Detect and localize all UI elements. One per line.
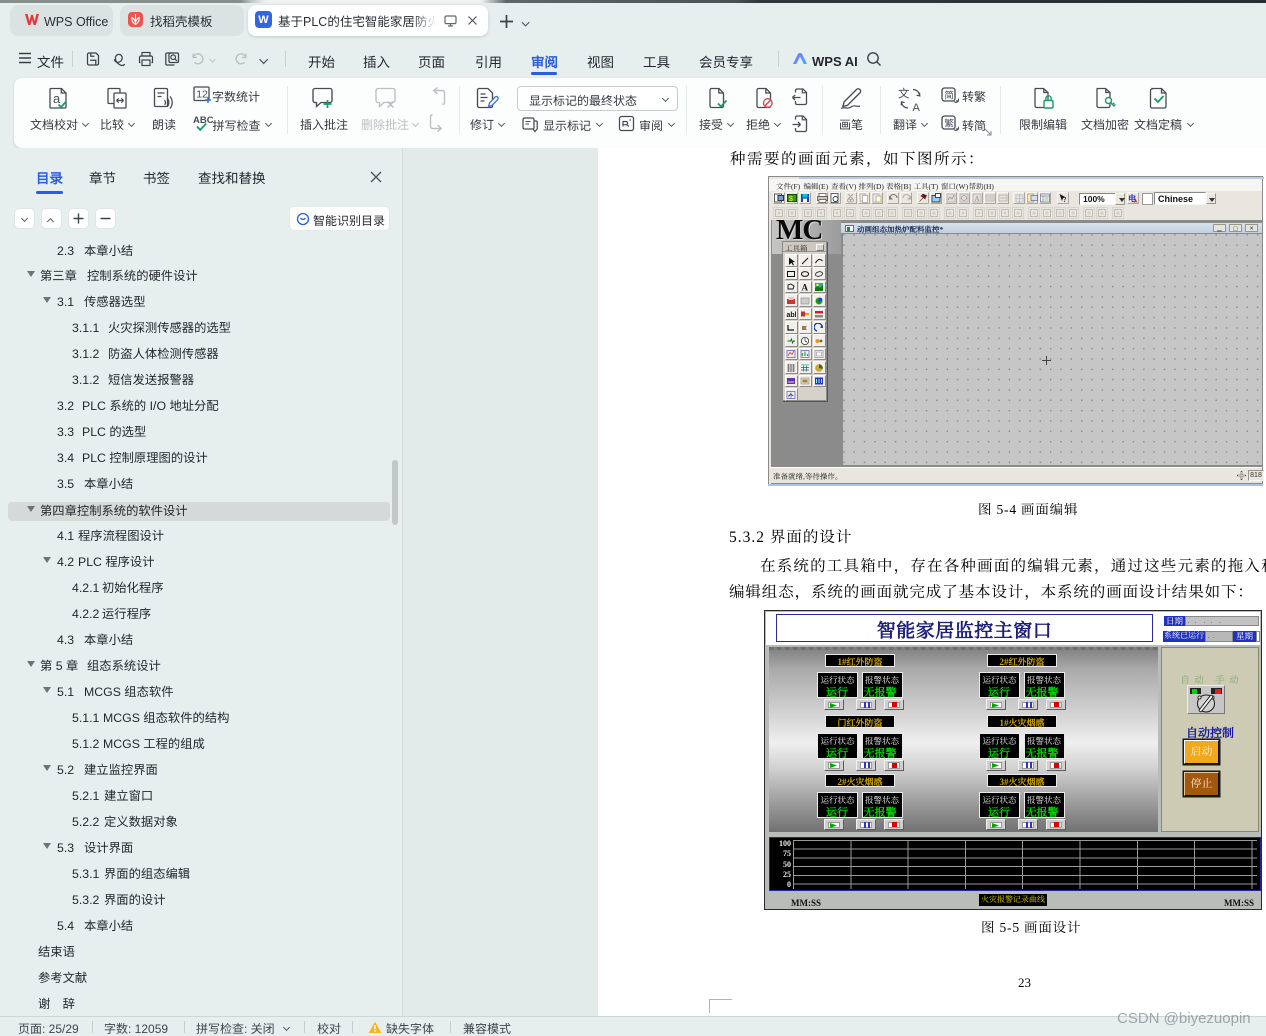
svg-text:繁: 繁 bbox=[944, 116, 954, 130]
svg-text:文: 文 bbox=[898, 86, 910, 102]
svg-text:A: A bbox=[975, 195, 980, 203]
svg-text:12: 12 bbox=[196, 89, 208, 101]
svg-text:$: $ bbox=[789, 196, 793, 203]
svg-text:A: A bbox=[1134, 199, 1138, 203]
svg-text:abl: abl bbox=[787, 312, 797, 319]
svg-text:A: A bbox=[802, 283, 809, 293]
svg-text:?: ? bbox=[1063, 196, 1067, 204]
svg-text:ABC: ABC bbox=[193, 115, 213, 126]
svg-text:简: 简 bbox=[944, 88, 954, 102]
svg-text:A: A bbox=[913, 102, 921, 112]
svg-text:a: a bbox=[53, 91, 61, 106]
